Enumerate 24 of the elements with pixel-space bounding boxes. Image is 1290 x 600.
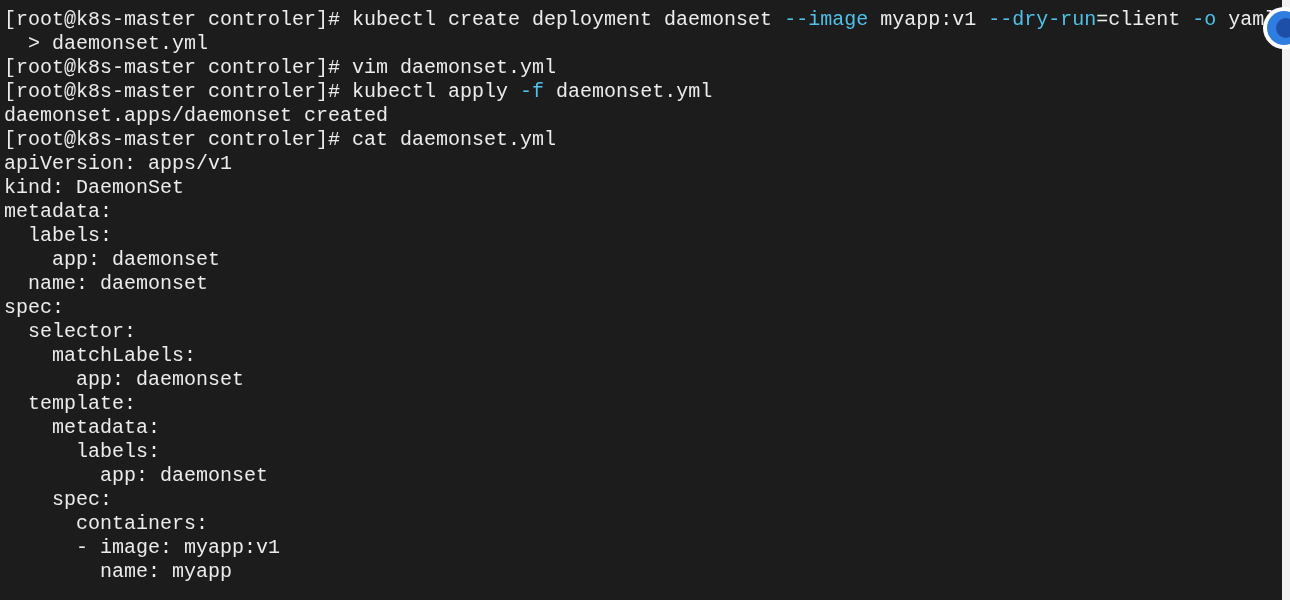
terminal-line: name: myapp [99,560,233,584]
terminal-line: spec: [4,296,64,320]
terminal-line: labels: [75,440,161,464]
terminal-line: selector: [27,320,137,344]
terminal-line: kind: DaemonSet [4,176,185,200]
terminal-line: matchLabels: [51,344,197,368]
terminal-line: app: daemonset [51,248,221,272]
terminal-line: [root@k8s-master controler]# cat daemonset.yml [4,128,557,152]
terminal-line: metadata: [4,200,113,224]
terminal-line: spec: [51,488,113,512]
terminal-line: app: daemonset [99,464,269,488]
terminal-line: daemonset.apps/daemonset created [4,104,389,128]
terminal-line: apiVersion: apps/v1 [4,152,233,176]
terminal-line: template: [27,392,137,416]
terminal-line: > daemonset.yml [27,32,209,56]
terminal-line: name: daemonset [27,272,209,296]
terminal-line: containers: [75,512,209,536]
terminal-line: [root@k8s-master controler]# vim daemonset.yml [4,56,557,80]
terminal-line: metadata: [51,416,161,440]
scrollbar[interactable] [1282,0,1290,600]
terminal-line: app: daemonset [75,368,245,392]
terminal-line: [root@k8s-master controler]# kubectl apply -f daemonset.yml [4,80,713,104]
terminal-line: - image: myapp:v1 [75,536,281,560]
terminal-line: labels: [27,224,113,248]
